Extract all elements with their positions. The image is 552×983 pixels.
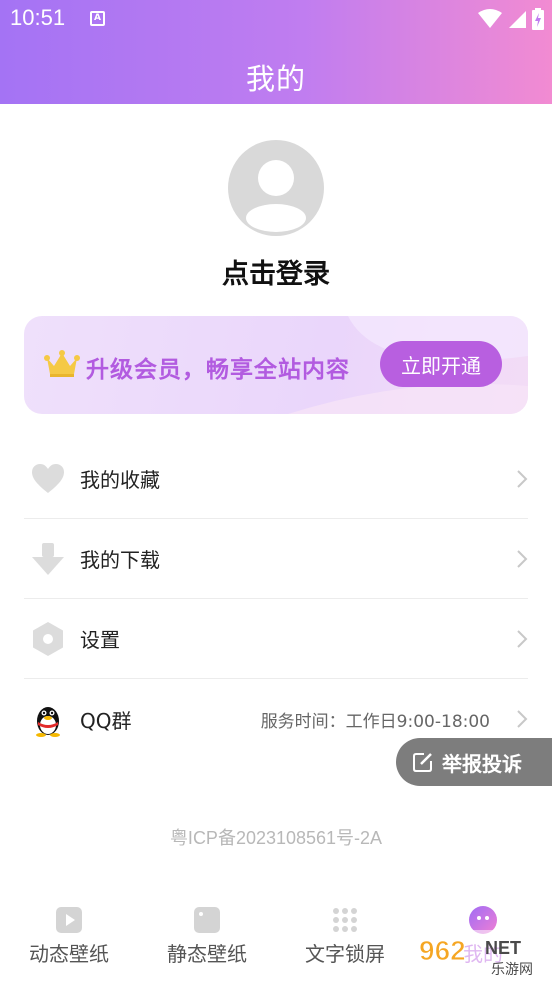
settings-icon — [33, 622, 63, 656]
nav-label: 静态壁纸 — [167, 942, 247, 966]
chevron-right-icon — [517, 630, 528, 648]
menu-list: 我的收藏 我的下载 设置 QQ群 服务时间：工作日9:00-18:00 — [24, 439, 528, 759]
menu-label: 我的下载 — [80, 548, 160, 572]
nav-tab-text-lockscreen[interactable]: 文字锁屏 — [276, 896, 414, 983]
watermark-site: 乐游网 — [491, 962, 533, 978]
edit-icon — [413, 753, 432, 772]
avatar[interactable] — [228, 140, 324, 236]
download-icon — [32, 543, 64, 575]
qq-penguin-icon — [36, 707, 60, 737]
nav-label: 文字锁屏 — [305, 942, 385, 966]
status-time: 10:51 — [10, 5, 66, 30]
nav-tab-live-wallpaper[interactable]: 动态壁纸 — [0, 896, 138, 983]
watermark-number: 962 — [419, 935, 466, 966]
signal-icon — [509, 11, 526, 28]
vip-promo-text: 升级会员，畅享全站内容 — [86, 357, 350, 383]
heart-icon — [32, 464, 64, 493]
report-label: 举报投诉 — [442, 751, 522, 776]
battery-icon — [532, 8, 544, 30]
wifi-icon — [478, 9, 502, 28]
menu-label: 我的收藏 — [80, 468, 160, 492]
site-watermark-logo: 962 NET 乐游网 — [413, 930, 552, 980]
vip-banner[interactable]: 升级会员，畅享全站内容 立即开通 — [24, 316, 528, 414]
notification-a-icon: A — [90, 11, 105, 26]
nav-tab-static-wallpaper[interactable]: 静态壁纸 — [138, 896, 276, 983]
status-icons — [478, 8, 544, 30]
chevron-right-icon — [517, 710, 528, 728]
page-title: 我的 — [245, 62, 306, 96]
user-placeholder-icon — [246, 160, 306, 232]
report-button[interactable]: 举报投诉 — [396, 738, 552, 786]
crown-icon — [44, 350, 80, 377]
menu-item-settings[interactable]: 设置 — [24, 599, 528, 679]
image-icon — [194, 907, 220, 933]
chevron-right-icon — [517, 550, 528, 568]
service-hours: 服务时间：工作日9:00-18:00 — [260, 711, 490, 732]
dots-grid-icon — [333, 908, 357, 932]
login-link[interactable]: 点击登录 — [0, 252, 552, 291]
chevron-right-icon — [517, 470, 528, 488]
vip-activate-button[interactable]: 立即开通 — [380, 341, 502, 387]
status-bar: 10:51 A — [0, 0, 552, 38]
play-icon — [56, 907, 82, 933]
watermark-suffix: NET — [485, 938, 521, 958]
menu-label: 设置 — [80, 628, 120, 652]
icp-license-text: 粤ICP备2023108561号-2A — [169, 828, 383, 848]
header: 10:51 A 我的 — [0, 0, 552, 104]
menu-label: QQ群 — [80, 708, 132, 733]
menu-item-downloads[interactable]: 我的下载 — [24, 519, 528, 599]
nav-label: 动态壁纸 — [29, 942, 109, 966]
menu-item-favorites[interactable]: 我的收藏 — [24, 439, 528, 519]
